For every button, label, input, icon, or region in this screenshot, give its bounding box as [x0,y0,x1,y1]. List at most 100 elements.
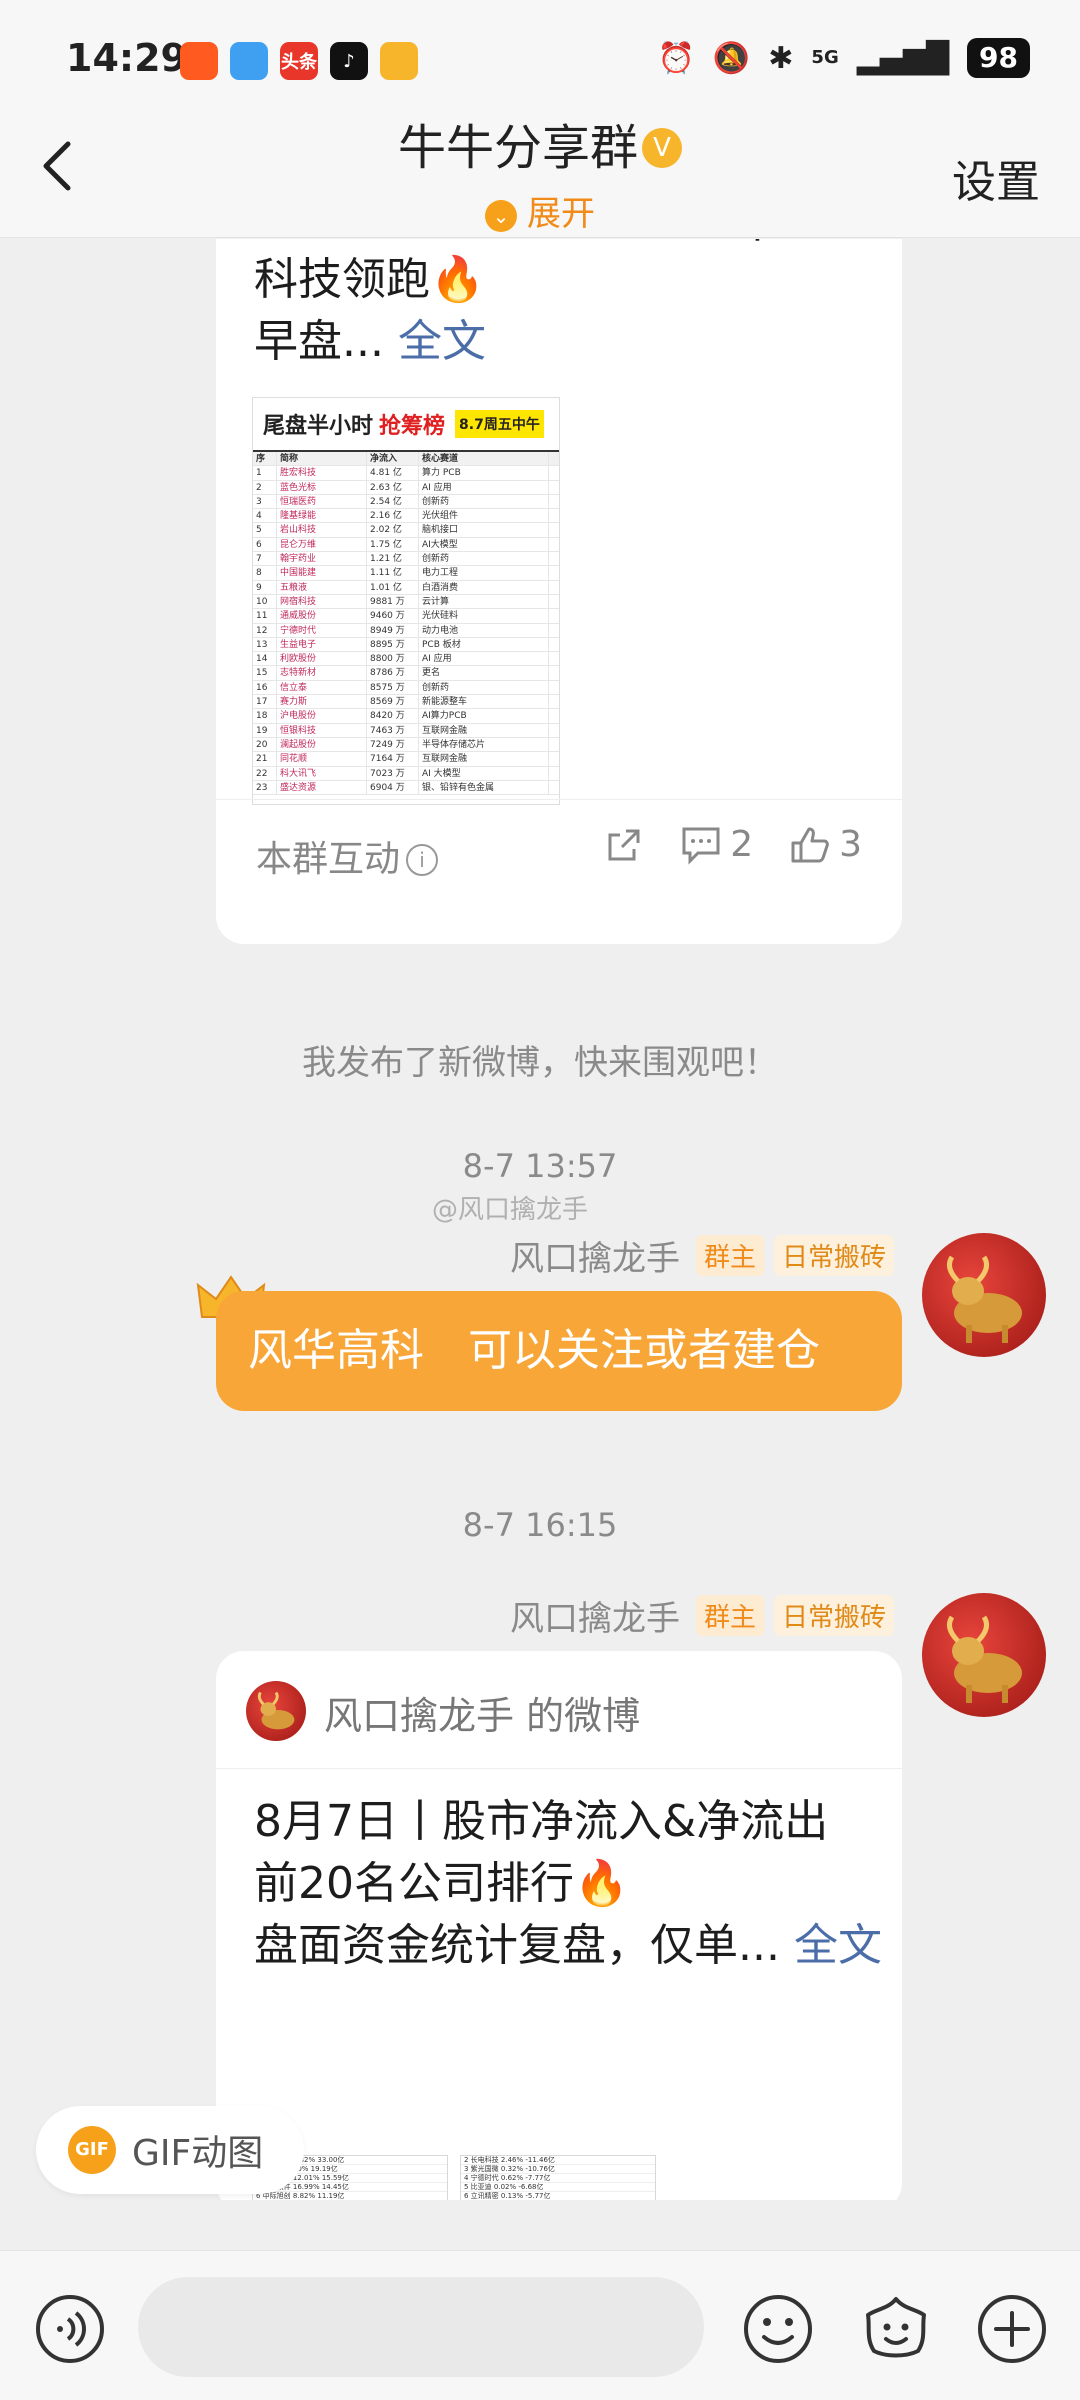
post-text-line: 8月7日尾盘半小时抢筹榜|AI芯片 [254,239,896,247]
image-table-row: 3 恒瑞医药 2.54 亿创新药 [253,494,559,510]
image-table-cell: 13 [253,637,277,652]
message-timestamp: 8-7 13:57 [462,1147,618,1185]
image-table-cell: 8569 万 [367,695,419,709]
weibo-source-header[interactable]: 风口擒龙手 的微博 [216,1651,902,1769]
image-table-cell: 8 [253,566,277,580]
chat-feed[interactable]: 8月7日尾盘半小时抢筹榜|AI芯片 科技领跑🔥 早盘... 全文 尾盘半小时 抢… [0,239,1080,2200]
image-table-cell: 利欧股份 [277,652,367,666]
image-table-cell: 蓝色光标 [277,480,367,494]
post-image-outflow[interactable]: 2 长电科技 2.46% -11.46亿 3 紫光国微 0.32% -10.76亿… [460,2155,656,2200]
image-table-cell: 2 [253,480,277,494]
group-owner-badge: 群主 [695,1595,764,1636]
settings-button[interactable]: 设置 [952,146,1040,210]
image-table-row: 11 通威股份 9460 万光伏硅料 [253,609,559,624]
image-table-row: 21 同花顺 7164 万互联网金融 [253,752,559,767]
message-bubble[interactable]: 风华高科 可以关注或者建仓 [216,1291,902,1411]
image-table-cell: 脑机接口 [419,523,549,537]
shared-weibo-card[interactable]: 8月7日尾盘半小时抢筹榜|AI芯片 科技领跑🔥 早盘... 全文 尾盘半小时 抢… [216,239,902,944]
image-table-row: 14 利欧股份 8800 万 AI 应用 [253,652,559,667]
image-title: 尾盘半小时 [263,414,374,439]
image-table-row: 6 立讯精密 0.13% -5.77亿 [461,2192,655,2200]
plus-icon[interactable] [976,2293,1048,2365]
group-interaction-row[interactable]: 本群互动 i [256,830,439,882]
gif-button[interactable]: GIF GIF动图 [36,2106,304,2194]
image-table-cell: AI算力PCB [419,709,549,723]
image-table-cell: 网宿科技 [277,594,367,609]
thumbs-up-icon [791,827,829,862]
image-table-cell: 翰宇药业 [277,552,367,566]
comment-button[interactable]: 2 [680,824,753,865]
post-text-excerpt: 早盘... [254,316,384,367]
header-cell: 核心赛道 [419,452,549,466]
image-table-cell: 12 [253,623,277,637]
post-actions: 2 3 [604,824,862,865]
image-table-cell: 动力电池 [419,623,549,637]
sender-info: 风口擒龙手 群主 日常搬砖 [510,1231,894,1280]
image-title-highlight: 抢筹榜 [379,414,446,439]
image-table-row: 15 志特新材 8786 万更名 [253,666,559,681]
emoji-icon[interactable] [742,2293,814,2365]
bull-avatar-icon [947,1615,1022,1703]
bull-avatar-icon [947,1255,1022,1343]
post-image[interactable]: 尾盘半小时 抢筹榜 8.7周五中午 序 简称 净流入 核心赛道 1 胜宏科技 4.8… [252,397,560,805]
image-table-cell: 沪电股份 [277,709,367,723]
image-table-cell: 1.21 亿 [367,552,419,566]
post-text-line: 盘面资金统计复盘，仅单... 全文 [254,1915,882,1977]
post-text-line: 8月7日丨股市净流入&净流出 [254,1796,829,1847]
image-table-cell: 2.63 亿 [367,480,419,494]
image-table-cell: 20 [253,737,277,752]
image-table-cell: 18 [253,709,277,723]
expand-button[interactable]: ⌄ 展开 [0,186,1080,235]
post-image-strip[interactable]: 2 风华高科 8.32% 33.00亿3 东山精密 10% 19.19亿4 胜宏… [252,2155,656,2200]
alarm-icon: ⏰ [657,40,695,76]
image-table-row: 6 昆仑万维 1.75 亿 AI大模型 [253,537,559,553]
image-table-row: 1 胜宏科技 4.81 亿算力 PCB [253,466,559,481]
mute-icon: 🔕 [712,40,751,76]
image-table-cell: 19 [253,723,277,737]
group-interaction-label: 本群互动 [256,839,401,880]
sticker-icon[interactable] [860,2293,932,2365]
image-table-cell: 7023 万 [367,766,419,780]
image-table-cell: 新能源整车 [419,695,549,709]
image-table-row: 2 蓝色光标 2.63 亿 AI 应用 [253,480,559,495]
image-table-cell: AI大模型 [419,537,549,552]
image-table-row: 16 信立泰 8575 万创新药 [253,680,559,696]
full-text-link[interactable]: 全文 [794,1920,882,1971]
image-table-row: 2 长电科技 2.46% -11.46亿 [461,2156,655,2165]
image-table-cell: 11 [253,609,277,623]
info-icon[interactable]: i [406,844,439,876]
like-button[interactable]: 3 [789,824,862,865]
weibo-watermark: @风口擒龙手 [432,1195,589,1225]
image-table-row: 9 五粮液 1.01 亿白酒消费 [253,580,559,595]
image-table-cell: 8949 万 [367,623,419,637]
group-title: 牛牛分享群 [397,120,638,176]
gif-icon: GIF [68,2126,116,2174]
image-table-row: 13 生益电子 8895 万 PCB 板材 [253,637,559,653]
sender-info: 风口擒龙手 群主 日常搬砖 [510,1591,894,1640]
shared-weibo-card[interactable]: 风口擒龙手 的微博 8月7日丨股市净流入&净流出 前20名公司排行🔥 盘面资金统… [216,1651,902,2200]
message-input[interactable] [138,2277,704,2377]
weibo-icon [380,42,418,80]
full-text-link[interactable]: 全文 [398,316,486,367]
image-table-cell: 2.54 亿 [367,494,419,509]
avatar[interactable] [922,1593,1046,1717]
image-table: 序 简称 净流入 核心赛道 1 胜宏科技 4.81 亿算力 PCB 2 蓝色光标 2.63… [253,452,559,796]
image-table-cell: 6 [253,537,277,552]
image-table-cell: 8420 万 [367,709,419,723]
avatar[interactable] [922,1233,1046,1357]
share-button[interactable] [604,825,644,865]
image-table-cell: 盛达资源 [277,780,367,795]
voice-input-icon[interactable] [34,2293,106,2365]
like-count: 3 [839,824,862,865]
weibo-source-label: 风口擒龙手 的微博 [324,1694,641,1738]
image-table-cell: 2.16 亿 [367,509,419,523]
verified-badge-icon: V [642,128,682,168]
image-table-row: 4 宁德时代 0.62% -7.77亿 [461,2174,655,2183]
image-table-cell: 恒瑞医药 [277,494,367,509]
image-table-cell: PCB 板材 [419,637,549,652]
input-bar [0,2250,1080,2400]
image-table-cell: 更名 [419,666,549,680]
image-table-cell: 10 [253,594,277,609]
image-table-cell: AI 应用 [419,652,549,666]
kuaishou-icon [180,42,218,80]
